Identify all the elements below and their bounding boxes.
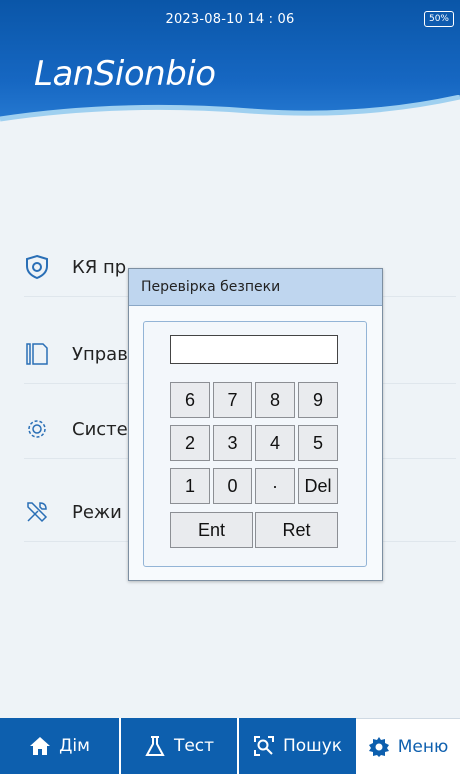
security-dialog: Перевірка безпеки 6 7 8 9 2 3 4 5 1 0 · …: [128, 268, 383, 581]
search-icon: [253, 736, 274, 756]
nav-home[interactable]: Дім: [0, 718, 119, 774]
key-0[interactable]: 0: [213, 468, 252, 504]
battery-indicator: 50%: [424, 11, 454, 27]
bottom-nav: Дім Тест Пошук Меню: [0, 718, 460, 774]
nav-menu[interactable]: Меню: [356, 718, 460, 774]
nav-test-label: Тест: [173, 736, 215, 756]
key-9[interactable]: 9: [298, 382, 338, 418]
shield-icon: [26, 254, 48, 280]
menu-item-label: КЯ пр: [72, 256, 127, 278]
logo-text: LanSionbio: [34, 54, 216, 94]
nav-home-label: Дім: [59, 736, 90, 756]
dialog-title: Перевірка безпеки: [129, 269, 382, 306]
key-1[interactable]: 1: [170, 468, 210, 504]
tools-icon: [27, 502, 48, 523]
key-delete[interactable]: Del: [298, 468, 338, 504]
key-3[interactable]: 3: [213, 425, 252, 461]
key-8[interactable]: 8: [255, 382, 295, 418]
key-2[interactable]: 2: [170, 425, 210, 461]
nav-test[interactable]: Тест: [121, 718, 237, 774]
brand-logo: LanSionbio: [34, 54, 216, 94]
home-icon: [30, 737, 51, 755]
flask-icon: [145, 736, 165, 756]
status-datetime: 2023-08-10 14 : 06: [165, 12, 295, 27]
key-4[interactable]: 4: [255, 425, 295, 461]
nav-menu-label: Меню: [397, 736, 449, 757]
nav-search-label: Пошук: [282, 736, 343, 756]
gear-icon: [368, 736, 389, 757]
password-input[interactable]: [170, 335, 338, 364]
menu-item-label: Управ: [72, 343, 128, 365]
menu-item-label: Режи: [72, 501, 122, 523]
keypad-panel: 6 7 8 9 2 3 4 5 1 0 · Del Ent Ret: [143, 321, 367, 567]
key-dot[interactable]: ·: [255, 468, 295, 504]
nav-search[interactable]: Пошук: [239, 718, 356, 774]
document-icon: [26, 343, 48, 365]
app-header: 2023-08-10 14 : 06 50% LanSionbio: [0, 0, 460, 135]
gear-icon: [28, 420, 46, 438]
key-7[interactable]: 7: [213, 382, 252, 418]
menu-item-label: Систе: [72, 418, 128, 440]
key-6[interactable]: 6: [170, 382, 210, 418]
header-wave: [0, 95, 460, 135]
key-enter[interactable]: Ent: [170, 512, 253, 548]
key-5[interactable]: 5: [298, 425, 338, 461]
key-return[interactable]: Ret: [255, 512, 338, 548]
